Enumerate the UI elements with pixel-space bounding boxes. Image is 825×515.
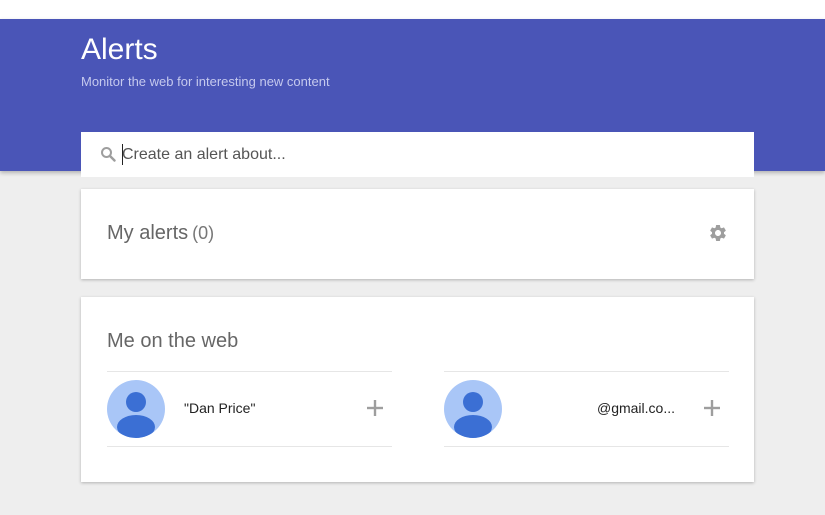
- suggestion-label: "Dan Price": [184, 400, 256, 416]
- alerts-header: Alerts Monitor the web for interesting n…: [0, 19, 825, 177]
- suggestion-item: "Dan Price": [107, 371, 392, 447]
- suggestion-item: @gmail.co...: [444, 371, 729, 447]
- my-alerts-heading: My alerts (0): [107, 222, 214, 245]
- alerts-count: (0): [192, 223, 215, 243]
- avatar: [107, 380, 165, 438]
- me-on-web-title: Me on the web: [107, 330, 239, 352]
- search-box[interactable]: [81, 132, 754, 177]
- plus-icon[interactable]: [366, 399, 384, 417]
- page-subtitle: Monitor the web for interesting new cont…: [81, 74, 330, 89]
- person-icon: [454, 392, 492, 438]
- search-icon: [101, 147, 116, 162]
- page-title: Alerts: [81, 33, 158, 66]
- suggestion-label: @gmail.co...: [596, 400, 675, 416]
- top-strip: [0, 0, 825, 19]
- create-alert-input[interactable]: [122, 132, 742, 177]
- my-alerts-card: My alerts (0): [81, 189, 754, 279]
- me-on-web-card: Me on the web "Dan Price" @gmail.co...: [81, 297, 754, 482]
- text-caret: [122, 144, 123, 165]
- my-alerts-title: My alerts: [107, 222, 189, 244]
- avatar: [444, 380, 502, 438]
- person-icon: [117, 392, 155, 438]
- plus-icon[interactable]: [703, 399, 721, 417]
- gear-icon[interactable]: [708, 223, 728, 243]
